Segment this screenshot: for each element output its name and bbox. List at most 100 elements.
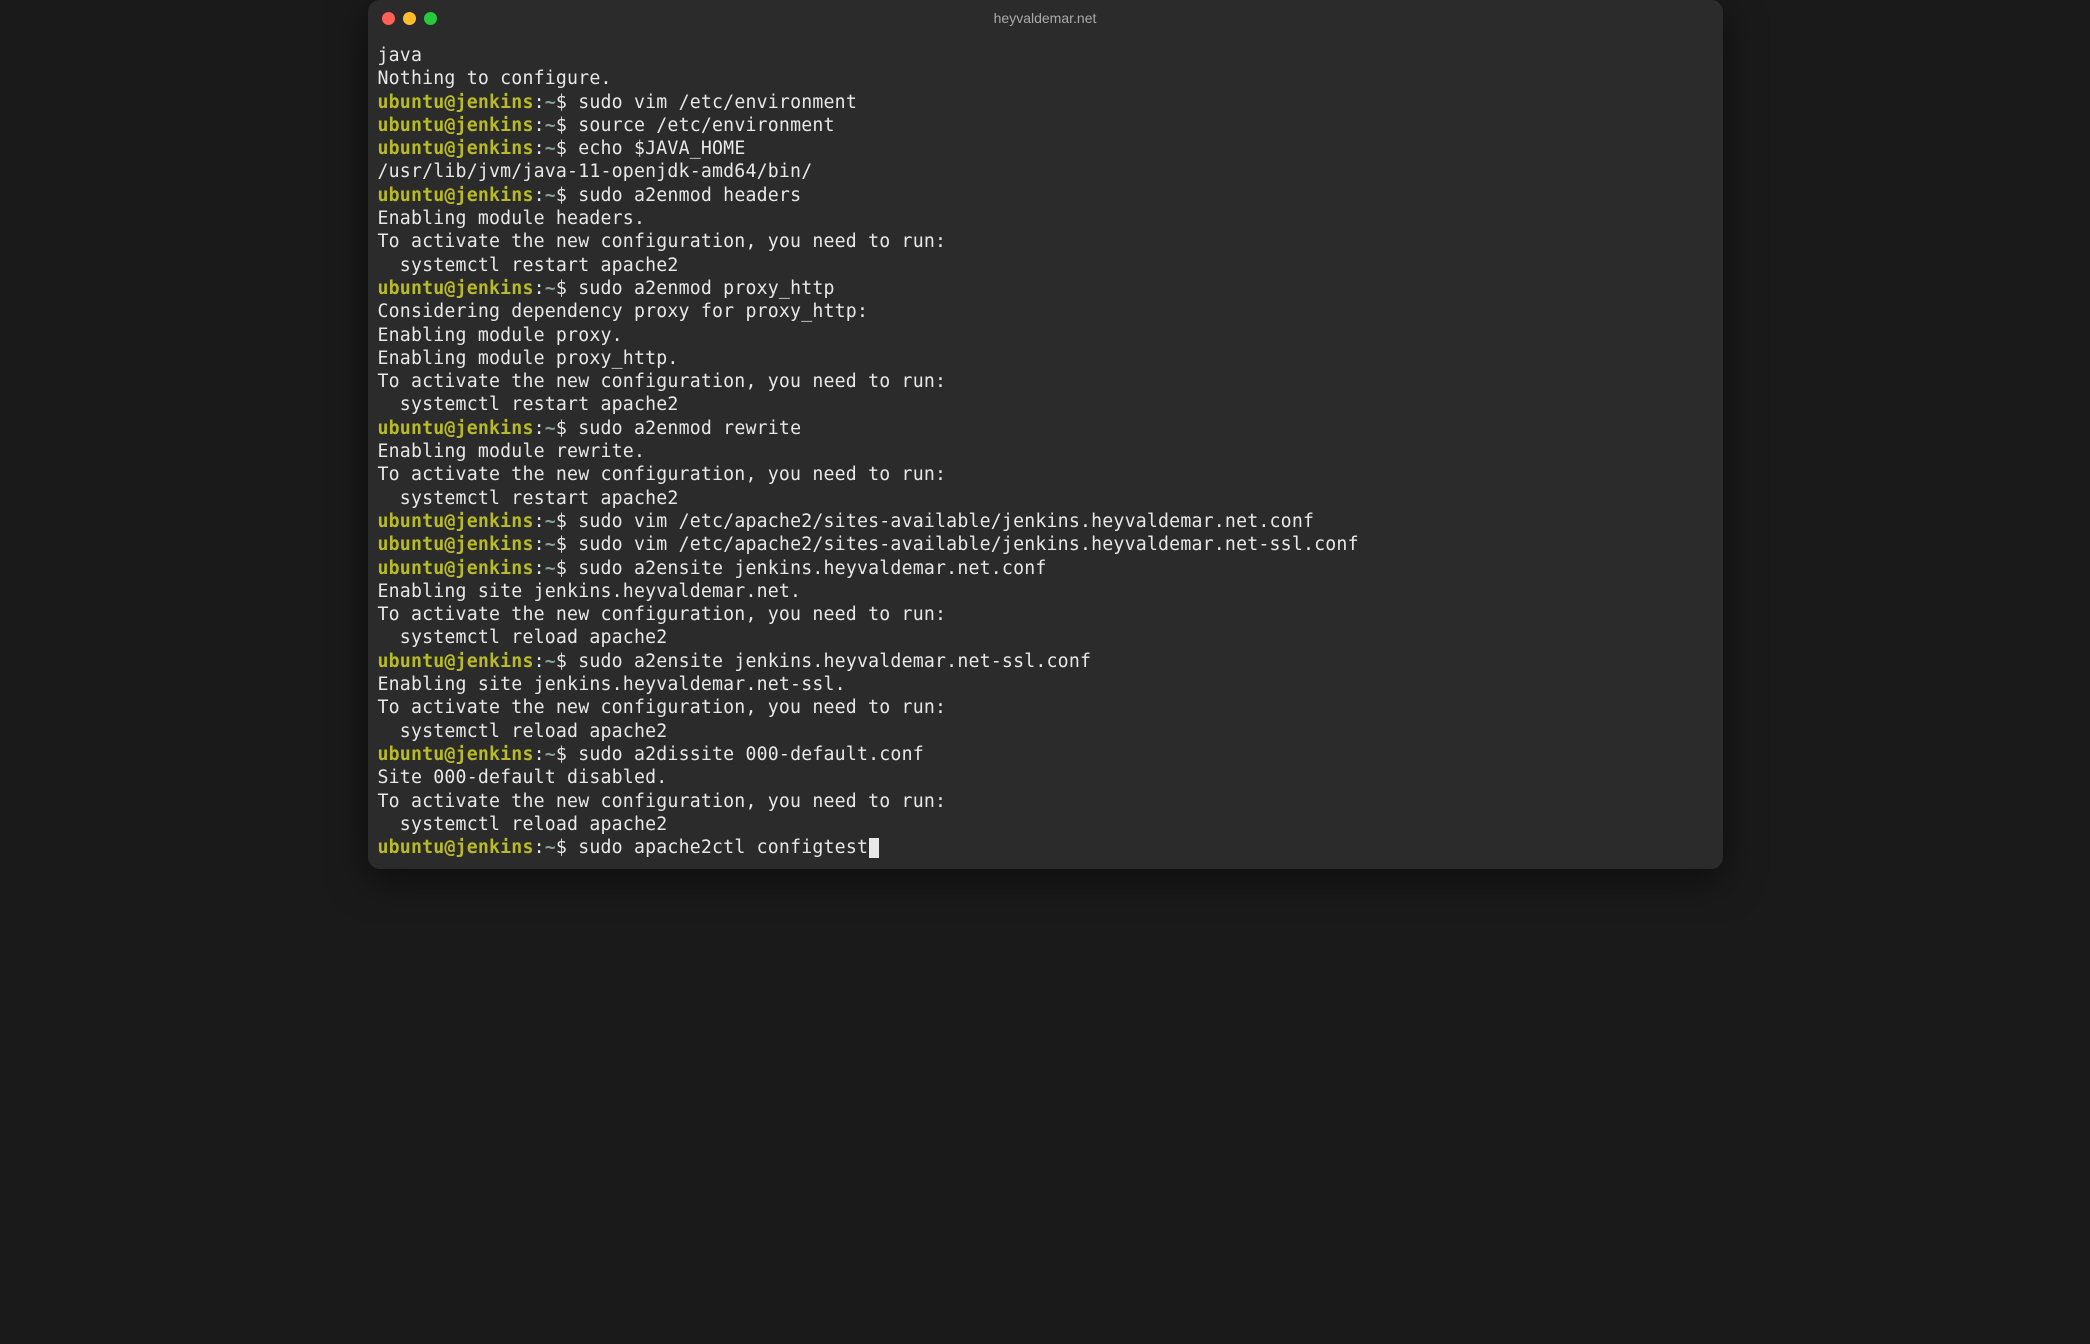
terminal-line: Enabling site jenkins.heyvaldemar.net-ss… (378, 673, 1713, 696)
command-text: sudo vim /etc/apache2/sites-available/je… (578, 534, 1359, 555)
terminal-line: systemctl reload apache2 (378, 626, 1713, 649)
prompt-symbol: $ (556, 511, 578, 532)
terminal-line: ubuntu@jenkins:~$ sudo a2enmod proxy_htt… (378, 277, 1713, 300)
command-text: sudo apache2ctl configtest (578, 837, 868, 858)
prompt-path: ~ (545, 115, 556, 136)
prompt-separator: : (534, 534, 545, 555)
command-text: source /etc/environment (578, 115, 834, 136)
prompt-separator: : (534, 558, 545, 579)
output-text: Nothing to configure. (378, 68, 612, 89)
command-text: sudo a2enmod proxy_http (578, 278, 834, 299)
prompt-user-host: ubuntu@jenkins (378, 278, 534, 299)
titlebar[interactable]: heyvaldemar.net (368, 0, 1723, 36)
prompt-separator: : (534, 744, 545, 765)
output-text: To activate the new configuration, you n… (378, 231, 947, 252)
prompt-symbol: $ (556, 837, 578, 858)
terminal-line: ubuntu@jenkins:~$ sudo a2dissite 000-def… (378, 743, 1713, 766)
terminal-line: ubuntu@jenkins:~$ sudo vim /etc/environm… (378, 91, 1713, 114)
prompt-user-host: ubuntu@jenkins (378, 837, 534, 858)
terminal-line: Enabling module proxy_http. (378, 347, 1713, 370)
output-text: Enabling module proxy_http. (378, 348, 679, 369)
output-text: To activate the new configuration, you n… (378, 604, 947, 625)
prompt-path: ~ (545, 92, 556, 113)
prompt-user-host: ubuntu@jenkins (378, 115, 534, 136)
prompt-path: ~ (545, 418, 556, 439)
prompt-user-host: ubuntu@jenkins (378, 511, 534, 532)
terminal-line: Enabling module proxy. (378, 324, 1713, 347)
output-text: Enabling module rewrite. (378, 441, 646, 462)
output-text: systemctl reload apache2 (378, 721, 668, 742)
terminal-body[interactable]: javaNothing to configure.ubuntu@jenkins:… (368, 36, 1723, 869)
prompt-symbol: $ (556, 418, 578, 439)
output-text: systemctl restart apache2 (378, 488, 679, 509)
output-text: Site 000-default disabled. (378, 767, 668, 788)
terminal-line: systemctl restart apache2 (378, 393, 1713, 416)
output-text: systemctl reload apache2 (378, 627, 668, 648)
command-text: sudo a2dissite 000-default.conf (578, 744, 924, 765)
command-text: sudo vim /etc/apache2/sites-available/je… (578, 511, 1314, 532)
terminal-line: ubuntu@jenkins:~$ echo $JAVA_HOME (378, 137, 1713, 160)
terminal-line: ubuntu@jenkins:~$ sudo a2enmod headers (378, 184, 1713, 207)
prompt-path: ~ (545, 837, 556, 858)
terminal-line: ubuntu@jenkins:~$ sudo vim /etc/apache2/… (378, 510, 1713, 533)
terminal-line: To activate the new configuration, you n… (378, 603, 1713, 626)
output-text: To activate the new configuration, you n… (378, 464, 947, 485)
terminal-line: java (378, 44, 1713, 67)
maximize-icon[interactable] (424, 12, 437, 25)
terminal-line: Site 000-default disabled. (378, 766, 1713, 789)
cursor-icon (869, 838, 879, 858)
prompt-separator: : (534, 138, 545, 159)
prompt-path: ~ (545, 185, 556, 206)
command-text: echo $JAVA_HOME (578, 138, 745, 159)
prompt-symbol: $ (556, 115, 578, 136)
terminal-line: Nothing to configure. (378, 67, 1713, 90)
prompt-path: ~ (545, 744, 556, 765)
terminal-line: ubuntu@jenkins:~$ sudo vim /etc/apache2/… (378, 533, 1713, 556)
command-text: sudo vim /etc/environment (578, 92, 857, 113)
prompt-user-host: ubuntu@jenkins (378, 185, 534, 206)
prompt-separator: : (534, 185, 545, 206)
terminal-line: systemctl restart apache2 (378, 254, 1713, 277)
window-title: heyvaldemar.net (994, 10, 1097, 26)
output-text: Enabling module headers. (378, 208, 646, 229)
terminal-window: heyvaldemar.net javaNothing to configure… (368, 0, 1723, 869)
terminal-line: ubuntu@jenkins:~$ sudo apache2ctl config… (378, 836, 1713, 859)
terminal-line: ubuntu@jenkins:~$ sudo a2enmod rewrite (378, 417, 1713, 440)
output-text: java (378, 45, 423, 66)
prompt-user-host: ubuntu@jenkins (378, 558, 534, 579)
terminal-line: Considering dependency proxy for proxy_h… (378, 300, 1713, 323)
output-text: Enabling site jenkins.heyvaldemar.net-ss… (378, 674, 846, 695)
terminal-line: ubuntu@jenkins:~$ sudo a2ensite jenkins.… (378, 557, 1713, 580)
prompt-separator: : (534, 278, 545, 299)
prompt-user-host: ubuntu@jenkins (378, 744, 534, 765)
terminal-line: systemctl restart apache2 (378, 487, 1713, 510)
output-text: /usr/lib/jvm/java-11-openjdk-amd64/bin/ (378, 161, 813, 182)
prompt-symbol: $ (556, 651, 578, 672)
prompt-separator: : (534, 651, 545, 672)
minimize-icon[interactable] (403, 12, 416, 25)
output-text: To activate the new configuration, you n… (378, 791, 947, 812)
command-text: sudo a2enmod headers (578, 185, 801, 206)
prompt-user-host: ubuntu@jenkins (378, 92, 534, 113)
prompt-symbol: $ (556, 92, 578, 113)
terminal-line: To activate the new configuration, you n… (378, 696, 1713, 719)
output-text: Enabling module proxy. (378, 325, 623, 346)
terminal-line: systemctl reload apache2 (378, 813, 1713, 836)
prompt-symbol: $ (556, 558, 578, 579)
prompt-symbol: $ (556, 744, 578, 765)
terminal-line: ubuntu@jenkins:~$ sudo a2ensite jenkins.… (378, 650, 1713, 673)
prompt-user-host: ubuntu@jenkins (378, 138, 534, 159)
prompt-separator: : (534, 115, 545, 136)
output-text: systemctl restart apache2 (378, 394, 679, 415)
prompt-separator: : (534, 418, 545, 439)
prompt-symbol: $ (556, 278, 578, 299)
prompt-path: ~ (545, 511, 556, 532)
prompt-path: ~ (545, 278, 556, 299)
prompt-symbol: $ (556, 534, 578, 555)
prompt-user-host: ubuntu@jenkins (378, 651, 534, 672)
close-icon[interactable] (382, 12, 395, 25)
output-text: Enabling site jenkins.heyvaldemar.net. (378, 581, 802, 602)
output-text: systemctl restart apache2 (378, 255, 679, 276)
prompt-path: ~ (545, 651, 556, 672)
terminal-line: /usr/lib/jvm/java-11-openjdk-amd64/bin/ (378, 160, 1713, 183)
